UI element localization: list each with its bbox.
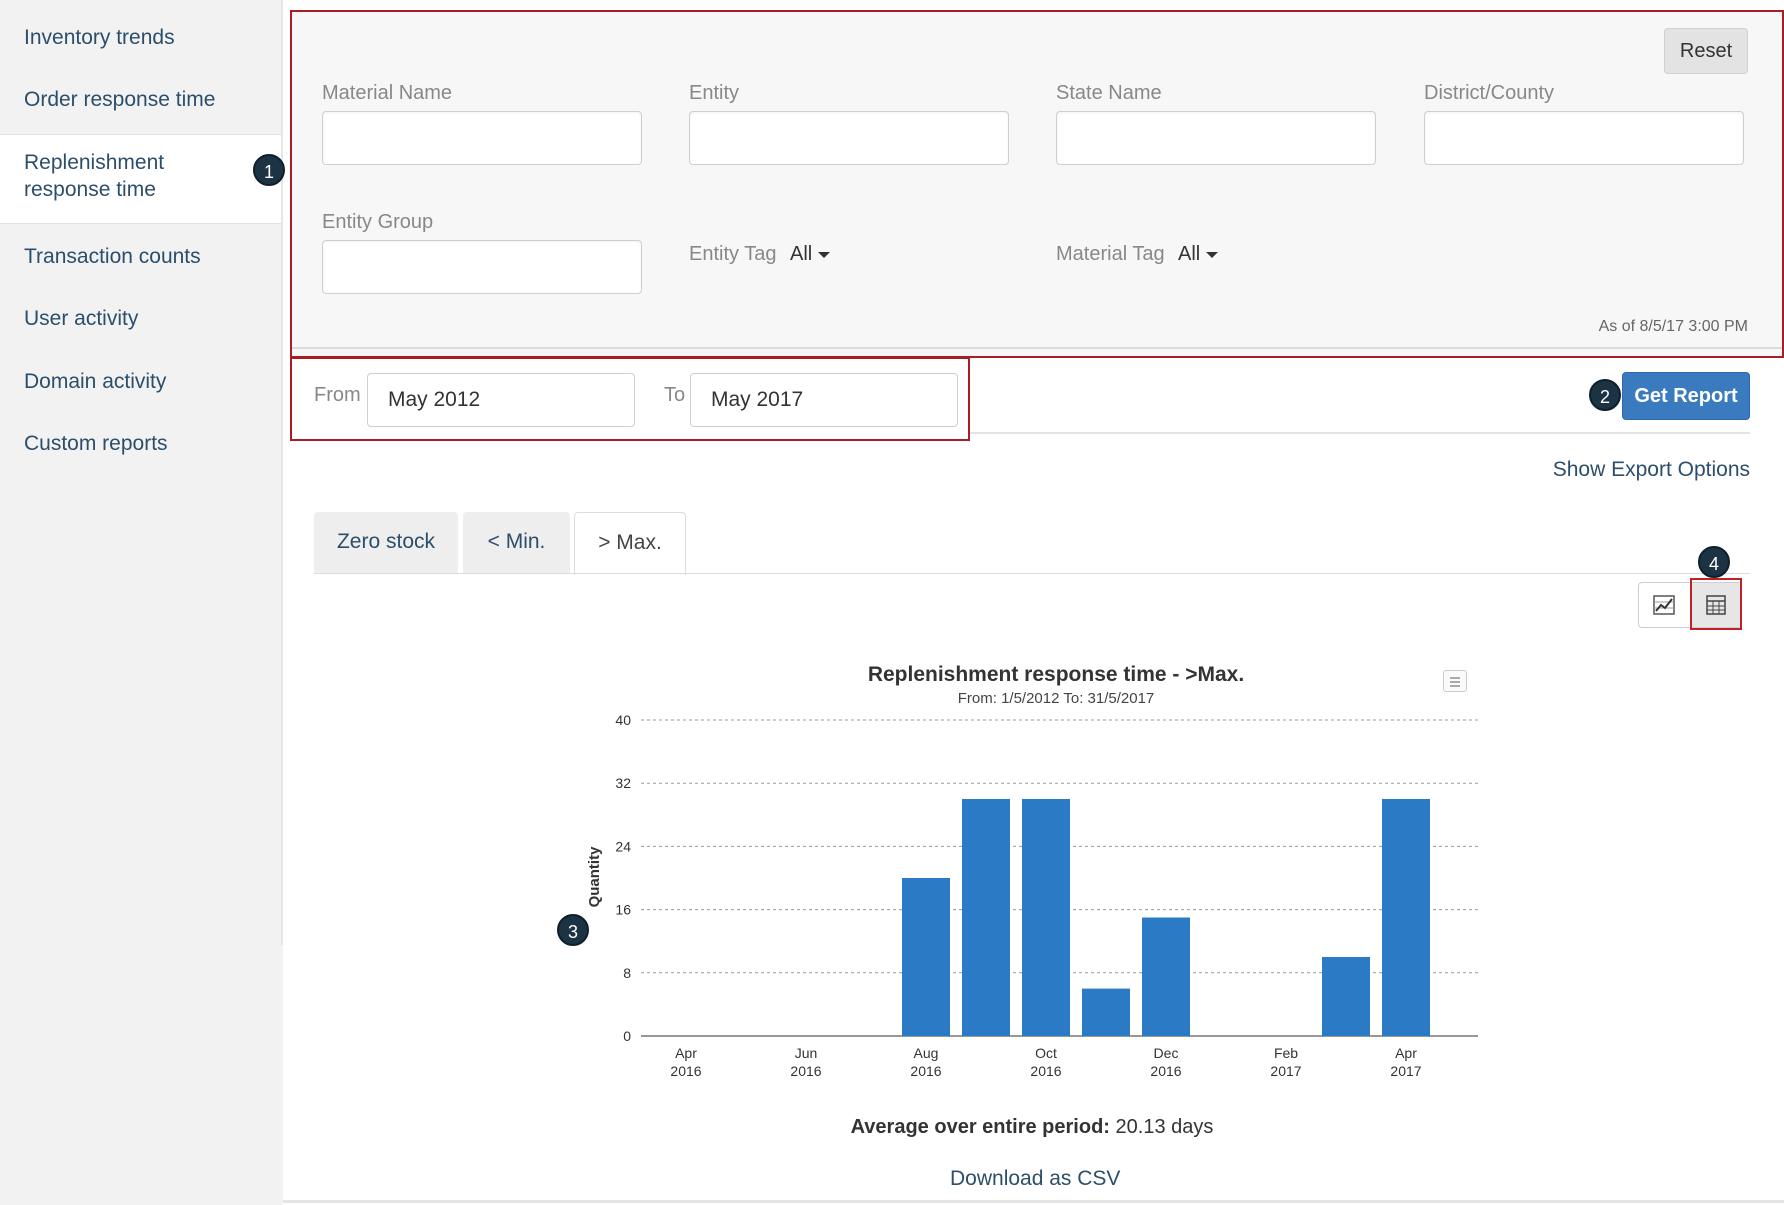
from-label: From xyxy=(314,384,361,406)
material-name-input[interactable] xyxy=(322,111,642,165)
sidebar-item-inventory-trends[interactable]: Inventory trends xyxy=(0,24,283,51)
x-tick-label: Apr 2016 xyxy=(670,1045,701,1079)
entity-group-input[interactable] xyxy=(322,240,642,294)
material-tag-value: All xyxy=(1178,243,1201,265)
tab-max[interactable]: > Max. xyxy=(574,512,686,575)
x-tick-label: Oct 2016 xyxy=(1030,1045,1061,1079)
to-date-input[interactable]: May 2017 xyxy=(690,373,958,427)
x-tick-label: Aug 2016 xyxy=(910,1045,941,1079)
chart-title: Replenishment response time - >Max. xyxy=(868,663,1244,686)
menu-line xyxy=(1450,681,1460,683)
content-bottom-border xyxy=(283,1200,1784,1203)
y-tick-label: 0 xyxy=(623,1028,631,1044)
menu-line xyxy=(1450,685,1460,687)
material-tag-label: Material Tag xyxy=(1056,243,1165,265)
entity-tag-label: Entity Tag xyxy=(689,243,777,265)
material-name-label: Material Name xyxy=(322,82,453,104)
bar-nov-2016[interactable] xyxy=(1082,988,1130,1036)
sidebar-item-custom-reports[interactable]: Custom reports xyxy=(0,430,283,457)
download-csv-link[interactable]: Download as CSV xyxy=(950,1167,1120,1191)
x-tick-label: Feb 2017 xyxy=(1270,1045,1301,1079)
show-export-options-link[interactable]: Show Export Options xyxy=(1553,458,1750,482)
from-date-input[interactable]: May 2012 xyxy=(367,373,635,427)
callout-badge-2: 2 xyxy=(1589,379,1621,411)
sidebar-item-transaction-counts[interactable]: Transaction counts xyxy=(0,243,283,270)
bar-mar-2017[interactable] xyxy=(1322,957,1370,1036)
y-tick-label: 8 xyxy=(623,965,631,981)
table-view-highlight xyxy=(1690,578,1742,630)
entity-tag-dropdown[interactable]: All xyxy=(790,243,831,266)
menu-line xyxy=(1450,677,1460,679)
bar-chart: Replenishment response time - >Max. From… xyxy=(586,663,1478,1079)
tab-zero-stock[interactable]: Zero stock xyxy=(314,512,458,574)
bar-dec-2016[interactable] xyxy=(1142,917,1190,1037)
date-range: From May 2012 To May 2017 xyxy=(290,357,970,441)
entity-tag-value: All xyxy=(790,243,813,265)
average-summary: Average over entire period: 20.13 days xyxy=(0,1116,1784,1139)
x-tick-label: Jun 2016 xyxy=(790,1045,821,1079)
bar-oct-2016[interactable] xyxy=(1022,799,1070,1036)
toolbar-divider xyxy=(970,432,1750,434)
tab-min[interactable]: < Min. xyxy=(463,512,570,574)
y-tick-label: 40 xyxy=(615,712,631,728)
as-of-timestamp: As of 8/5/17 3:00 PM xyxy=(1598,318,1748,335)
average-label: Average over entire period: xyxy=(850,1116,1110,1138)
tab-divider xyxy=(314,573,1750,574)
entity-label: Entity xyxy=(689,82,740,104)
bar-sep-2016[interactable] xyxy=(962,799,1010,1036)
x-tick-label: Apr 2017 xyxy=(1390,1045,1421,1079)
sidebar-item-replenishment-response-time[interactable]: Replenishment response time xyxy=(0,134,283,224)
callout-badge-3: 3 xyxy=(557,914,589,946)
entity-input[interactable] xyxy=(689,111,1009,165)
filter-divider xyxy=(292,347,1782,349)
sidebar-divider xyxy=(281,0,283,945)
y-tick-label: 16 xyxy=(615,902,631,918)
sidebar: Inventory trends Order response time Rep… xyxy=(0,0,283,1205)
material-tag-dropdown[interactable]: All xyxy=(1178,243,1219,266)
state-name-input[interactable] xyxy=(1056,111,1376,165)
chart-view-icon xyxy=(1653,595,1675,615)
callout-badge-1: 1 xyxy=(253,154,285,186)
bar-aug-2016[interactable] xyxy=(902,878,950,1036)
state-name-label: State Name xyxy=(1056,82,1162,104)
sidebar-item-domain-activity[interactable]: Domain activity xyxy=(0,368,283,395)
chart-menu-button[interactable] xyxy=(1443,670,1467,692)
chart-view-button[interactable] xyxy=(1639,583,1689,627)
y-tick-label: 32 xyxy=(615,775,631,791)
chart-subtitle: From: 1/5/2012 To: 31/5/2017 xyxy=(958,690,1155,707)
entity-group-label: Entity Group xyxy=(322,211,434,233)
district-county-label: District/County xyxy=(1424,82,1555,104)
caret-down-icon xyxy=(818,251,831,258)
y-axis-label: Quantity xyxy=(586,846,603,907)
district-county-input[interactable] xyxy=(1424,111,1744,165)
average-value: 20.13 days xyxy=(1115,1116,1214,1138)
to-label: To xyxy=(664,384,686,406)
sidebar-item-user-activity[interactable]: User activity xyxy=(0,305,283,332)
x-tick-label: Dec 2016 xyxy=(1150,1045,1181,1079)
y-tick-label: 24 xyxy=(615,838,631,854)
caret-down-icon xyxy=(1206,251,1219,258)
callout-badge-4: 4 xyxy=(1698,546,1730,578)
bar-apr-2017[interactable] xyxy=(1382,799,1430,1036)
filter-panel: Reset Material Name Entity State Name Di… xyxy=(290,10,1784,358)
sidebar-item-order-response-time[interactable]: Order response time xyxy=(0,86,283,113)
reset-button[interactable]: Reset xyxy=(1664,28,1748,74)
get-report-button[interactable]: Get Report xyxy=(1622,372,1750,420)
